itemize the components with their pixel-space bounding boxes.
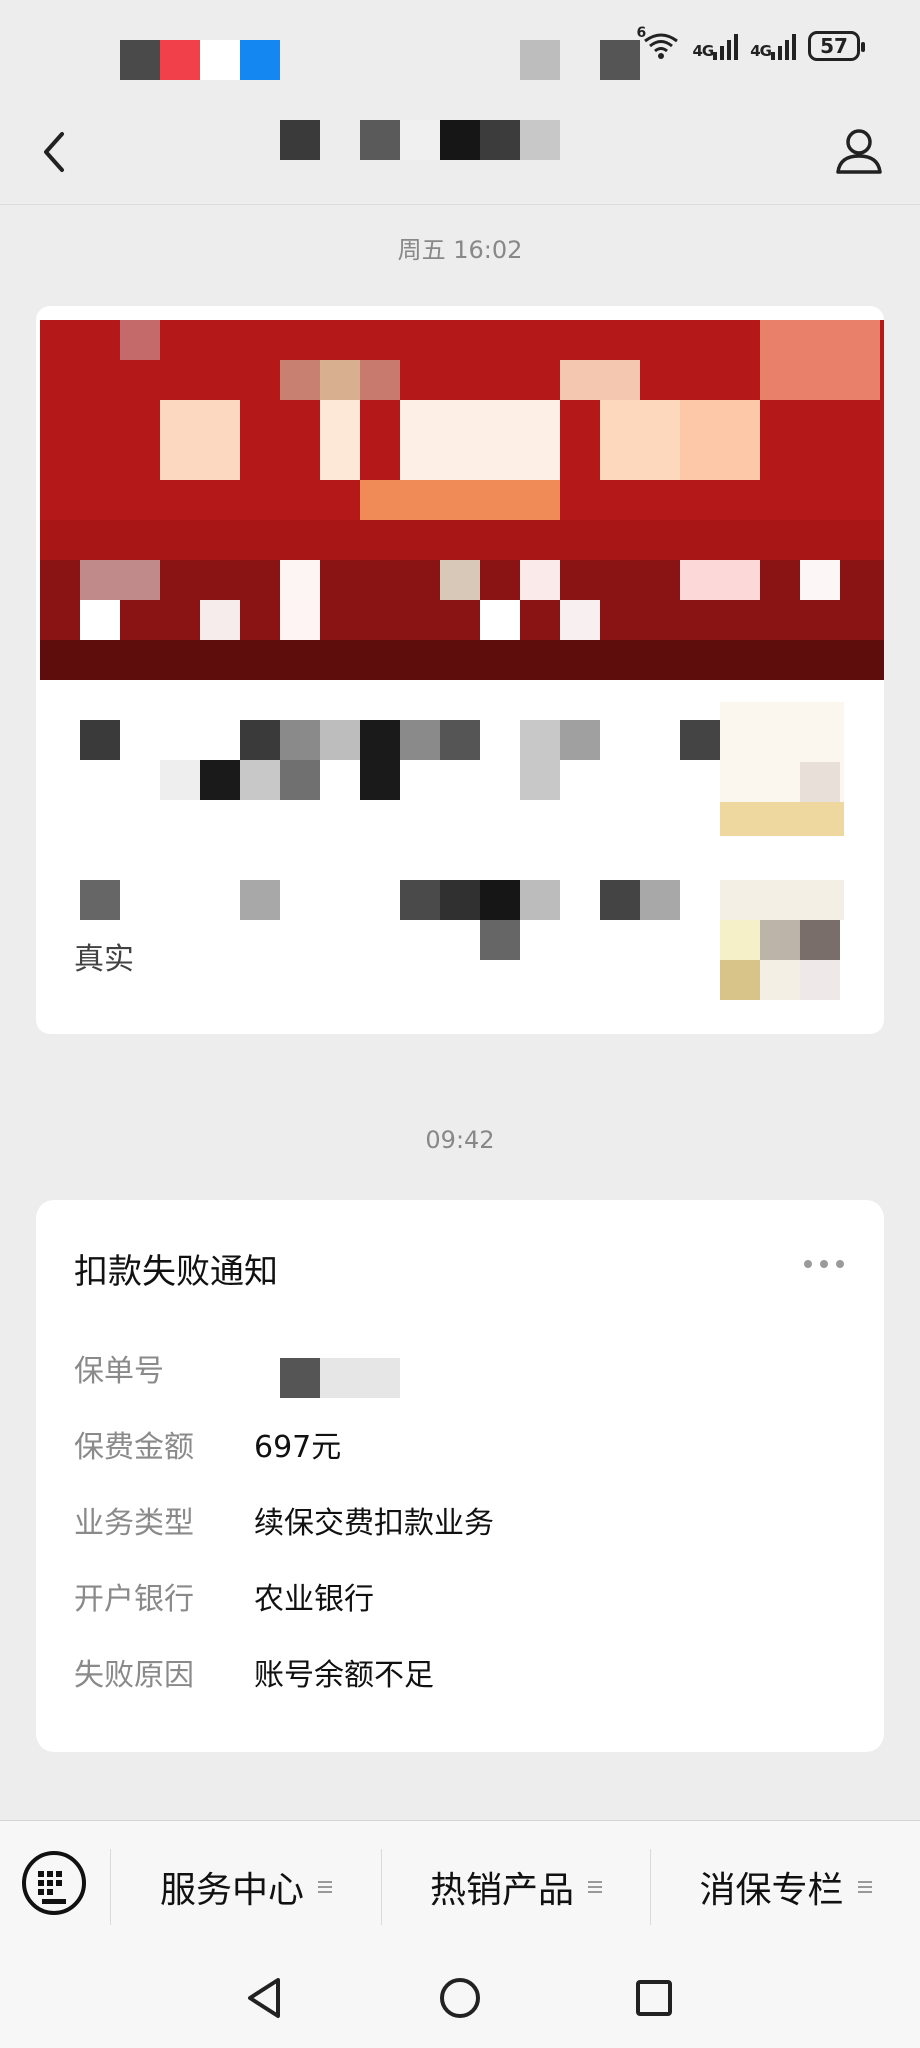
article-banner-image: [40, 320, 884, 680]
status-bar: 6 4G 4G 57: [0, 0, 920, 100]
article-item-2-redacted: [80, 880, 720, 960]
battery-level: 57: [820, 34, 848, 58]
circle-home-icon[interactable]: [430, 1968, 490, 2028]
row-label: 保单号: [74, 1354, 164, 1389]
timestamp: 周五 16:02: [397, 236, 523, 264]
submenu-icon: [857, 1881, 872, 1893]
wifi-icon: 6: [637, 25, 681, 61]
network-type-1: 4G: [692, 42, 715, 60]
menu-item-hot-products[interactable]: 热销产品: [382, 1821, 650, 1953]
card-title: 扣款失败通知: [74, 1252, 278, 1292]
official-account-menu: 服务中心 热销产品 消保专栏: [0, 1820, 920, 1953]
menu-label: 消保专栏: [699, 1870, 844, 1911]
row-value: 农业银行: [254, 1582, 374, 1617]
status-redacted-block: [520, 40, 660, 80]
triangle-back-icon[interactable]: [234, 1968, 294, 2028]
keyboard-icon[interactable]: [22, 1851, 86, 1915]
submenu-icon: [318, 1881, 332, 1893]
menu-label: 服务中心: [159, 1870, 304, 1911]
deduction-failure-card[interactable]: 扣款失败通知 保单号 保费金额 697元 业务类型 续保交费扣款业务 开户银行 …: [36, 1200, 884, 1752]
article-card[interactable]: 真实: [36, 306, 884, 1034]
menu-item-service-center[interactable]: 服务中心: [111, 1821, 381, 1953]
network-type-2: 4G: [750, 42, 772, 60]
row-label: 业务类型: [74, 1506, 194, 1541]
article-item-1-redacted: [80, 720, 720, 800]
menu-item-consumer-protection[interactable]: 消保专栏: [651, 1821, 920, 1953]
signal-bars-icon: [713, 32, 739, 60]
policy-number-redacted: [280, 1358, 400, 1398]
wifi-badge: 6: [636, 25, 647, 41]
menu-label: 热销产品: [429, 1870, 574, 1911]
submenu-icon: [588, 1881, 602, 1893]
chat-title-redacted: [280, 120, 560, 160]
article-item-2-thumbnail: [720, 880, 844, 1000]
nav-bar: [0, 100, 920, 205]
more-dots-icon[interactable]: [794, 1254, 844, 1274]
status-app-icons-redacted: [120, 40, 280, 80]
signal-1: 4G: [693, 32, 739, 60]
status-icons: 6 4G 4G 57: [637, 25, 865, 66]
square-recents-icon[interactable]: [624, 1968, 684, 2028]
signal-bars-icon: [771, 32, 796, 60]
row-label: 失败原因: [74, 1658, 194, 1693]
row-value: 账号余额不足: [254, 1658, 434, 1693]
person-icon[interactable]: [834, 126, 884, 176]
system-nav-bar: [0, 1952, 920, 2048]
row-label: 开户银行: [74, 1582, 194, 1617]
row-value: 续保交费扣款业务: [254, 1506, 494, 1541]
article-item-1-thumbnail: [720, 702, 844, 836]
article-item-2-fragment: 真实: [74, 942, 134, 977]
row-label: 保费金额: [74, 1430, 194, 1465]
battery-icon: 57: [808, 31, 865, 61]
timestamp: 09:42: [425, 1126, 495, 1154]
row-value: 697元: [254, 1430, 342, 1465]
chevron-left-icon[interactable]: [36, 128, 76, 176]
signal-2: 4G: [750, 32, 796, 60]
